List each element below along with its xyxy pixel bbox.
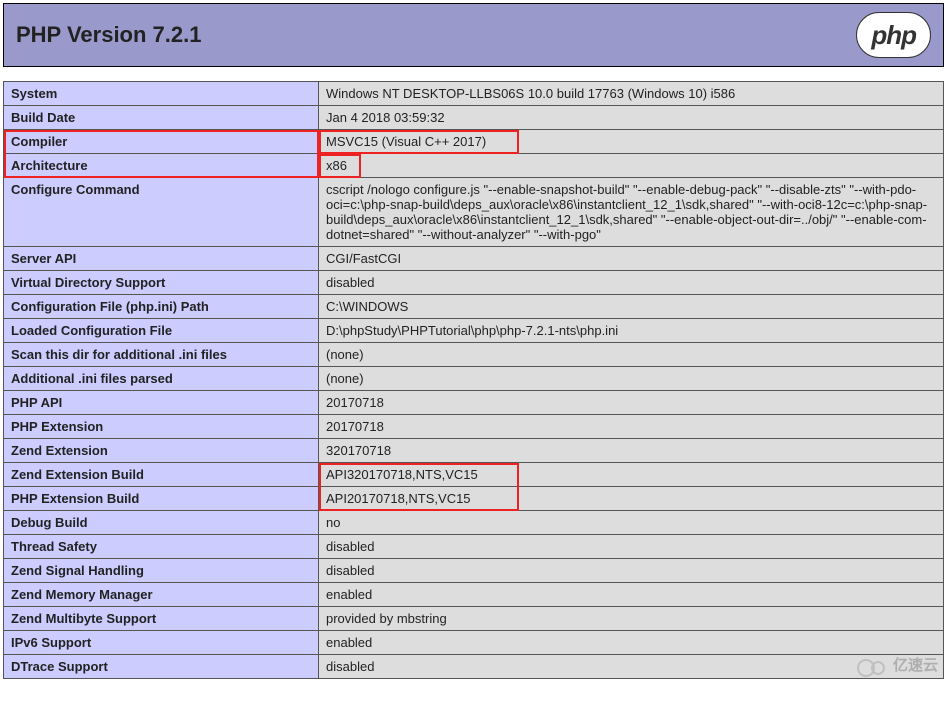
row-value: (none)	[319, 367, 944, 391]
row-label: PHP API	[4, 391, 319, 415]
table-row: Zend Signal Handlingdisabled	[4, 559, 944, 583]
table-row: Loaded Configuration FileD:\phpStudy\PHP…	[4, 319, 944, 343]
table-row: CompilerMSVC15 (Visual C++ 2017)	[4, 130, 944, 154]
row-value: Jan 4 2018 03:59:32	[319, 106, 944, 130]
row-value: 20170718	[319, 415, 944, 439]
row-label: PHP Extension	[4, 415, 319, 439]
row-label: Scan this dir for additional .ini files	[4, 343, 319, 367]
row-label: Zend Extension	[4, 439, 319, 463]
phpinfo-table: SystemWindows NT DESKTOP-LLBS06S 10.0 bu…	[3, 81, 944, 679]
row-value: cscript /nologo configure.js "--enable-s…	[319, 178, 944, 247]
row-label: PHP Extension Build	[4, 487, 319, 511]
table-row: PHP Extension BuildAPI20170718,NTS,VC15	[4, 487, 944, 511]
table-row: Zend Extension BuildAPI320170718,NTS,VC1…	[4, 463, 944, 487]
row-value: (none)	[319, 343, 944, 367]
phpinfo-header: PHP Version 7.2.1 php	[3, 3, 944, 67]
row-value: D:\phpStudy\PHPTutorial\php\php-7.2.1-nt…	[319, 319, 944, 343]
row-label: Zend Extension Build	[4, 463, 319, 487]
row-label: DTrace Support	[4, 655, 319, 679]
page: PHP Version 7.2.1 php SystemWindows NT D…	[3, 3, 944, 679]
table-row: Additional .ini files parsed(none)	[4, 367, 944, 391]
row-label: Virtual Directory Support	[4, 271, 319, 295]
row-value: no	[319, 511, 944, 535]
page-title: PHP Version 7.2.1	[16, 22, 201, 48]
row-label: Configure Command	[4, 178, 319, 247]
row-label: Configuration File (php.ini) Path	[4, 295, 319, 319]
row-label: Debug Build	[4, 511, 319, 535]
table-row: Debug Buildno	[4, 511, 944, 535]
table-row: Scan this dir for additional .ini files(…	[4, 343, 944, 367]
row-label: Zend Signal Handling	[4, 559, 319, 583]
row-label: Loaded Configuration File	[4, 319, 319, 343]
row-label: IPv6 Support	[4, 631, 319, 655]
row-value: MSVC15 (Visual C++ 2017)	[319, 130, 944, 154]
row-value: provided by mbstring	[319, 607, 944, 631]
row-value: enabled	[319, 631, 944, 655]
row-label: Architecture	[4, 154, 319, 178]
php-logo: php	[856, 12, 931, 58]
table-row: Zend Memory Managerenabled	[4, 583, 944, 607]
table-row: Architecturex86	[4, 154, 944, 178]
row-label: Additional .ini files parsed	[4, 367, 319, 391]
table-row: PHP API20170718	[4, 391, 944, 415]
row-value: 20170718	[319, 391, 944, 415]
row-label: Zend Memory Manager	[4, 583, 319, 607]
row-label: Build Date	[4, 106, 319, 130]
row-value: enabled	[319, 583, 944, 607]
row-value: CGI/FastCGI	[319, 247, 944, 271]
row-value: API320170718,NTS,VC15	[319, 463, 944, 487]
row-value: C:\WINDOWS	[319, 295, 944, 319]
table-row: Zend Extension320170718	[4, 439, 944, 463]
table-row: Build DateJan 4 2018 03:59:32	[4, 106, 944, 130]
row-value: disabled	[319, 271, 944, 295]
table-row: Thread Safetydisabled	[4, 535, 944, 559]
row-value: disabled	[319, 559, 944, 583]
php-logo-text: php	[871, 22, 916, 48]
row-label: Server API	[4, 247, 319, 271]
table-row: IPv6 Supportenabled	[4, 631, 944, 655]
table-row: Server APICGI/FastCGI	[4, 247, 944, 271]
row-value: disabled	[319, 655, 944, 679]
table-row: Virtual Directory Supportdisabled	[4, 271, 944, 295]
row-value: 320170718	[319, 439, 944, 463]
row-label: System	[4, 82, 319, 106]
row-value: disabled	[319, 535, 944, 559]
table-row: Configuration File (php.ini) PathC:\WIND…	[4, 295, 944, 319]
row-value: x86	[319, 154, 944, 178]
table-row: Zend Multibyte Supportprovided by mbstri…	[4, 607, 944, 631]
table-row: Configure Commandcscript /nologo configu…	[4, 178, 944, 247]
row-value: Windows NT DESKTOP-LLBS06S 10.0 build 17…	[319, 82, 944, 106]
row-label: Compiler	[4, 130, 319, 154]
row-label: Zend Multibyte Support	[4, 607, 319, 631]
table-row: SystemWindows NT DESKTOP-LLBS06S 10.0 bu…	[4, 82, 944, 106]
table-row: PHP Extension20170718	[4, 415, 944, 439]
table-row: DTrace Supportdisabled	[4, 655, 944, 679]
row-label: Thread Safety	[4, 535, 319, 559]
row-value: API20170718,NTS,VC15	[319, 487, 944, 511]
